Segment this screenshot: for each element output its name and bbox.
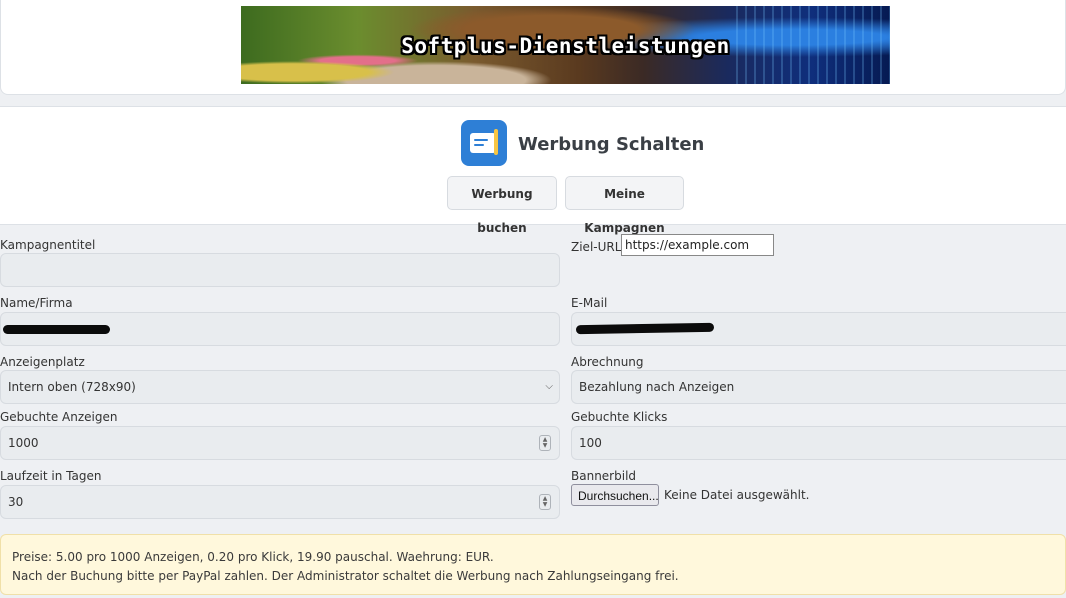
impressions-value: 1000 [8, 436, 39, 450]
name-label: Name/Firma [0, 296, 73, 310]
days-input[interactable]: 30 ▲ ▼ [0, 485, 560, 519]
payment-note: Nach der Buchung bitte per PayPal zahlen… [12, 569, 679, 583]
tab-book-ad[interactable]: Werbung buchen [447, 176, 557, 235]
clicks-value: 100 [579, 436, 602, 450]
name-input[interactable] [0, 312, 560, 346]
page-title: Werbung Schalten [518, 134, 705, 155]
clicks-label: Gebuchte Klicks [571, 410, 668, 424]
redaction-mark [575, 322, 715, 335]
impressions-input[interactable]: 1000 ▲ ▼ [0, 426, 560, 460]
email-label: E-Mail [571, 296, 608, 310]
slot-select-value: Intern oben (728x90) [8, 380, 136, 394]
browse-file-button[interactable]: Durchsuchen... [571, 484, 659, 506]
billing-select-value: Bezahlung nach Anzeigen [579, 380, 735, 394]
redaction-mark [3, 325, 110, 334]
campaign-title-label: Kampagnentitel [0, 238, 96, 252]
file-status: Keine Datei ausgewählt. [664, 488, 810, 502]
email-input[interactable] [571, 312, 1066, 346]
clicks-input[interactable]: 100 [571, 426, 1066, 460]
chevron-down-icon: ⌵ [545, 381, 553, 392]
banner-card: Softplus-Dienstleistungen [0, 0, 1066, 95]
target-url-input[interactable]: https://example.com [621, 234, 774, 256]
impressions-label: Gebuchte Anzeigen [0, 410, 118, 424]
slot-select[interactable]: Intern oben (728x90) ⌵ [0, 370, 560, 404]
campaign-title-input[interactable] [0, 253, 560, 287]
target-url-label: Ziel-URL [571, 240, 622, 254]
pricing-line: Preise: 5.00 pro 1000 Anzeigen, 0.20 pro… [12, 550, 494, 564]
stepper-icon[interactable]: ▲ ▼ [539, 435, 551, 451]
days-value: 30 [8, 495, 24, 509]
billing-label: Abrechnung [571, 355, 644, 369]
banner-image-label: Bannerbild [571, 469, 637, 483]
stepper-icon[interactable]: ▲ ▼ [539, 494, 551, 510]
tab-my-campaigns[interactable]: Meine Kampagnen [565, 176, 684, 235]
slot-label: Anzeigenplatz [0, 355, 85, 369]
banner-title: Softplus-Dienstleistungen [401, 34, 730, 58]
banner-image[interactable]: Softplus-Dienstleistungen [241, 6, 890, 84]
page-header: Werbung Schalten Werbung buchen Meine Ka… [0, 106, 1066, 235]
billing-select[interactable]: Bezahlung nach Anzeigen [571, 370, 1066, 404]
days-label: Laufzeit in Tagen [0, 469, 102, 483]
document-pen-icon [461, 120, 507, 166]
pricing-info-box: Preise: 5.00 pro 1000 Anzeigen, 0.20 pro… [0, 534, 1066, 595]
